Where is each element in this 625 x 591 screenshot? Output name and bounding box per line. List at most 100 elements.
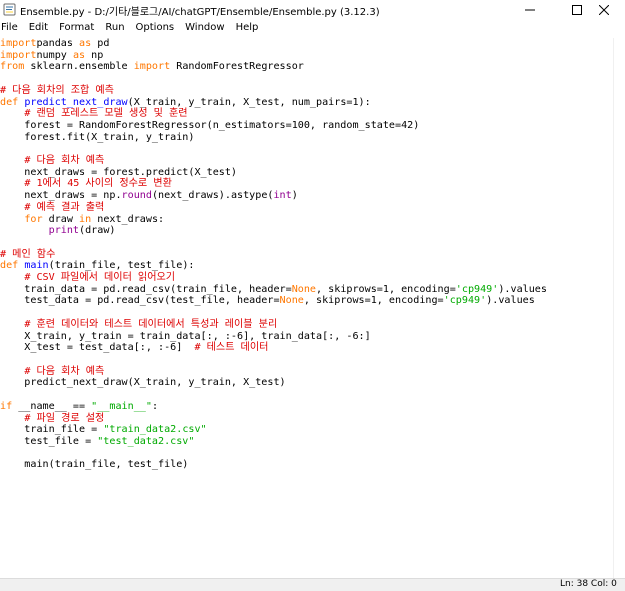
code-line: importnumpy as np [0,50,103,61]
comment-token: # 랜덤 포레스트 모델 생성 및 훈련 [24,108,188,120]
comment-token: # 다음 회차 예측 [24,155,105,167]
keyword-token: None [291,283,317,295]
code-line: # 1에서 45 사이의 정수로 변환 [0,178,172,189]
string-token: "test_data2.csv" [97,435,195,447]
code-line: importpandas as pd [0,38,109,49]
maximize-icon [572,5,582,15]
comment-token: # 훈련 데이터와 테스트 데이터에서 특성과 레이블 분리 [24,318,278,330]
comment-token: # 다음 회차 예측 [24,365,105,377]
comment-token: # 메인 함수 [0,248,56,260]
comment-token: # 테스트 데이터 [194,342,269,354]
code-token: ) [291,190,298,202]
code-token: main(train_file, test_file) [0,459,189,471]
comment-token: # 파일 경로 설정 [24,412,105,424]
code-line: def main(train_file, test_file): [0,260,194,271]
code-token: : [151,400,159,412]
keyword-token: as [79,38,92,49]
builtin-token: int [273,190,292,202]
code-line: # 훈련 데이터와 테스트 데이터에서 특성과 레이블 분리 [0,319,277,330]
vertical-scrollbar[interactable] [613,38,625,578]
code-token: next_draws = forest.predict(X_test) [0,166,238,178]
code-token: X_train, y_train = train_data[:, :-6], t… [0,330,371,342]
code-line: # 다음 회차 예측 [0,366,104,377]
code-token: , skiprows=1, encoding= [316,283,456,295]
menu-window[interactable]: Window [185,21,224,38]
menu-options[interactable]: Options [136,21,175,38]
keyword-token: import [0,49,37,61]
code-token: (draw) [79,225,116,237]
code-token: ).values [498,283,547,295]
code-line: if __name__ == "__main__": [0,401,158,412]
code-line: forest.fit(X_train, y_train) [0,132,194,143]
code-token: pandas [36,38,80,49]
menu-edit[interactable]: Edit [29,21,48,38]
title-bar: Ensemble.py - D:/기타/블로그/AI/chatGPT/Ensem… [0,0,625,20]
code-token: next_draws = np. [0,190,122,202]
code-line: def predict_next_draw(X_train, y_train, … [0,97,371,108]
code-token: train_file = [0,424,104,436]
code-line: X_train, y_train = train_data[:, :-6], t… [0,330,371,342]
menu-run[interactable]: Run [105,21,124,38]
code-token: draw [42,213,80,225]
cursor-position: Ln: 38 Col: 0 [560,579,617,589]
code-line: # 파일 경로 설정 [0,413,104,424]
code-line: print(draw) [0,225,116,237]
code-token: sklearn.ensemble [24,61,134,73]
comment-token: # 1에서 45 사이의 정수로 변환 [24,178,172,190]
comment-token: # 다음 회차의 조합 예측 [0,84,114,96]
string-token: "train_data2.csv" [103,424,207,436]
code-token: forest = RandomForestRegressor(n_estimat… [0,119,420,131]
code-line: test_file = "test_data2.csv" [0,436,194,447]
menu-format[interactable]: Format [59,21,94,38]
code-token: (train_file, test_file): [48,260,195,272]
menu-file[interactable]: File [1,21,18,38]
code-token: (next_draws).astype( [151,190,274,202]
function-name-token: predict_next_draw [24,96,128,108]
builtin-token: print [48,225,80,237]
code-line: for draw in next_draws: [0,214,164,225]
code-token: forest.fit(X_train, y_train) [0,131,195,143]
code-token: RandomForestRegressor [170,61,304,73]
code-editor[interactable]: importpandas as pd importnumpy as np fro… [0,38,613,578]
close-button[interactable] [584,0,624,20]
function-name-token: main [24,260,49,272]
comment-token: # CSV 파일에서 데이터 읽어오기 [24,272,176,284]
code-token: (X_train, y_train, X_test, num_pairs=1): [127,96,371,108]
keyword-token: import [133,61,171,73]
code-line: main(train_file, test_file) [0,459,188,470]
python-idle-icon [3,3,16,16]
minimize-button[interactable] [510,0,550,20]
builtin-token: round [121,190,152,202]
code-token: next_draws: [91,213,165,225]
code-line: forest = RandomForestRegressor(n_estimat… [0,120,419,131]
code-line: test_data = pd.read_csv(test_file, heade… [0,295,535,306]
code-token: __name__ == [12,400,92,412]
keyword-token: as [72,49,86,61]
code-line: next_draws = forest.predict(X_test) [0,167,237,178]
code-token: X_test = test_data[:, :-6] [0,342,195,354]
menu-help[interactable]: Help [236,21,259,38]
string-token: 'cp949' [443,295,487,307]
code-token: ).values [486,295,535,307]
close-icon [599,5,609,15]
code-line: from sklearn.ensemble import RandomFores… [0,61,304,72]
code-token: train_data = pd.read_csv(train_file, hea… [0,283,292,295]
window-title: Ensemble.py - D:/기타/블로그/AI/chatGPT/Ensem… [20,7,380,18]
keyword-token: def [0,96,19,108]
code-line: X_test = test_data[:, :-6] # 테스트 데이터 [0,342,268,353]
code-token: pd [91,38,110,49]
string-token: 'cp949' [455,283,499,295]
code-line: next_draws = np.round(next_draws).astype… [0,190,298,201]
string-token: "__main__" [91,400,152,412]
keyword-token: from [0,61,25,73]
code-line: # 다음 회차 예측 [0,155,104,166]
code-text[interactable]: importpandas as pd importnumpy as np fro… [0,38,547,471]
keyword-token: if [0,400,13,412]
code-token: test_file = [0,435,98,447]
